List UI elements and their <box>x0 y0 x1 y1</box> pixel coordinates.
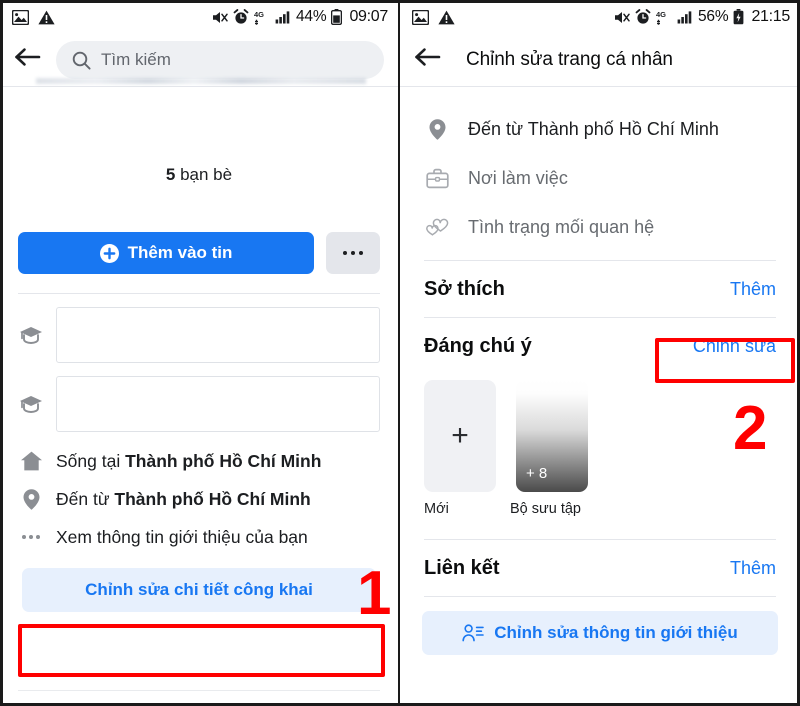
search-icon <box>72 51 91 70</box>
more-horizontal-icon <box>18 535 44 539</box>
battery-percent-label: 44% <box>296 8 327 25</box>
screenshot-root: 4G 44% 09:07 Tìm kiếm 5 bạn bè Thêm vào … <box>0 0 800 706</box>
info-row-hometown-living[interactable]: Sống tại Thành phố Hồ Chí Minh <box>0 442 398 480</box>
more-options-button[interactable] <box>326 232 380 274</box>
info-row-relationship[interactable]: Tình trạng mối quan hệ <box>400 203 800 252</box>
location-pin-icon <box>18 488 44 511</box>
edit-about-info-label: Chỉnh sửa thông tin giới thiệu <box>494 623 738 642</box>
featured-card-new[interactable]: + Mới <box>424 380 496 517</box>
annotation-number-2: 2 <box>733 394 768 463</box>
section-divider <box>424 596 776 597</box>
left-header-divider <box>0 86 398 87</box>
education-input-2[interactable] <box>56 376 380 432</box>
info-row-hometown-living-text: Sống tại Thành phố Hồ Chí Minh <box>56 450 322 471</box>
briefcase-icon <box>424 168 450 189</box>
svg-text:4G: 4G <box>656 10 666 19</box>
bottom-hairline <box>18 690 380 691</box>
featured-card-collection-caption: Bộ sưu tập <box>510 501 581 517</box>
friend-count-label: bạn bè <box>175 165 233 184</box>
section-links-title: Liên kết <box>424 556 500 579</box>
warning-triangle-icon <box>438 10 455 25</box>
featured-card-collection-thumb: + 8 <box>516 380 588 492</box>
location-pin-icon <box>424 118 450 141</box>
section-links: Liên kết Thêm <box>400 540 800 596</box>
section-featured-title: Đáng chú ý <box>424 334 532 357</box>
info-row-see-about-text: Xem thông tin giới thiệu của bạn <box>56 526 308 547</box>
friend-count: 5 bạn bè <box>0 165 398 185</box>
battery-charging-icon <box>733 9 744 25</box>
search-input[interactable]: Tìm kiếm <box>56 41 384 79</box>
featured-card-count-badge: + 8 <box>526 465 548 482</box>
clock-label: 09:07 <box>349 8 388 25</box>
education-input-1[interactable] <box>56 307 380 363</box>
featured-card-collection[interactable]: + 8 Bộ sưu tập <box>510 380 588 517</box>
info-row-from-text: Đến từ Thành phố Hồ Chí Minh <box>468 119 719 139</box>
left-phone-panel: 4G 44% 09:07 Tìm kiếm 5 bạn bè Thêm vào … <box>0 0 400 706</box>
image-icon <box>12 9 29 25</box>
section-links-action[interactable]: Thêm <box>730 558 776 579</box>
page-title: Chỉnh sửa trang cá nhân <box>466 49 673 70</box>
annotation-number-1: 1 <box>357 559 392 628</box>
info-row-workplace-text: Nơi làm việc <box>468 168 568 188</box>
left-status-bar: 4G 44% 09:07 <box>0 0 398 34</box>
section-interests-title: Sở thích <box>424 277 505 300</box>
alarm-icon <box>635 9 651 25</box>
featured-card-new-thumb: + <box>424 380 496 492</box>
graduation-cap-icon <box>18 325 44 345</box>
education-field-row-2 <box>0 376 398 432</box>
add-to-story-label: Thêm vào tin <box>127 243 233 262</box>
info-row-from[interactable]: Đến từ Thành phố Hồ Chí Minh <box>400 105 800 154</box>
section-featured: Đáng chú ý Chỉnh sửa <box>400 318 800 374</box>
right-phone-panel: 4G 56% 21:15 Chỉnh sửa trang cá nhân Đến… <box>400 0 800 706</box>
right-status-bar: 4G 56% 21:15 <box>400 0 800 34</box>
right-top-bar: Chỉnh sửa trang cá nhân <box>400 34 800 86</box>
education-field-row-1 <box>0 307 398 363</box>
info-row-workplace[interactable]: Nơi làm việc <box>400 154 800 203</box>
mute-icon <box>212 10 228 25</box>
warning-triangle-icon <box>38 10 55 25</box>
more-horizontal-icon <box>342 250 364 256</box>
network-4g-icon: 4G <box>656 10 672 25</box>
plus-icon: + <box>451 419 469 452</box>
image-icon <box>412 9 429 25</box>
plus-circle-icon <box>99 243 119 263</box>
mute-icon <box>614 10 630 25</box>
blurred-cover-strip <box>36 78 366 84</box>
info-row-relationship-text: Tình trạng mối quan hệ <box>468 217 655 237</box>
edit-public-details-label: Chỉnh sửa chi tiết công khai <box>85 580 313 599</box>
profile-action-row: Thêm vào tin <box>0 232 398 274</box>
featured-card-new-caption: Mới <box>424 501 449 517</box>
battery-icon <box>331 9 343 25</box>
network-4g-icon: 4G <box>254 10 270 25</box>
back-arrow-icon[interactable] <box>14 45 44 75</box>
friend-count-number: 5 <box>165 165 176 184</box>
info-row-see-about[interactable]: Xem thông tin giới thiệu của bạn <box>0 518 398 556</box>
section-divider <box>18 293 380 294</box>
search-placeholder: Tìm kiếm <box>101 50 171 69</box>
info-row-from[interactable]: Đến từ Thành phố Hồ Chí Minh <box>0 480 398 518</box>
battery-percent-label: 56% <box>698 8 729 25</box>
info-row-from-text: Đến từ Thành phố Hồ Chí Minh <box>56 488 311 509</box>
section-interests-action[interactable]: Thêm <box>730 279 776 300</box>
edit-about-info-button[interactable]: Chỉnh sửa thông tin giới thiệu <box>422 611 778 655</box>
person-details-icon <box>462 623 485 643</box>
section-featured-action[interactable]: Chỉnh sửa <box>693 336 776 357</box>
double-heart-icon <box>424 217 450 239</box>
alarm-icon <box>233 9 249 25</box>
back-arrow-icon[interactable] <box>414 45 444 75</box>
signal-bars-icon <box>677 10 693 24</box>
signal-bars-icon <box>275 10 291 24</box>
annotation-box-1 <box>18 624 385 677</box>
clock-label: 21:15 <box>751 8 790 25</box>
add-to-story-button[interactable]: Thêm vào tin <box>18 232 314 274</box>
home-icon <box>18 450 44 472</box>
edit-public-details-button[interactable]: Chỉnh sửa chi tiết công khai <box>22 568 376 612</box>
section-interests: Sở thích Thêm <box>400 261 800 317</box>
svg-text:4G: 4G <box>254 10 264 19</box>
graduation-cap-icon <box>18 394 44 414</box>
